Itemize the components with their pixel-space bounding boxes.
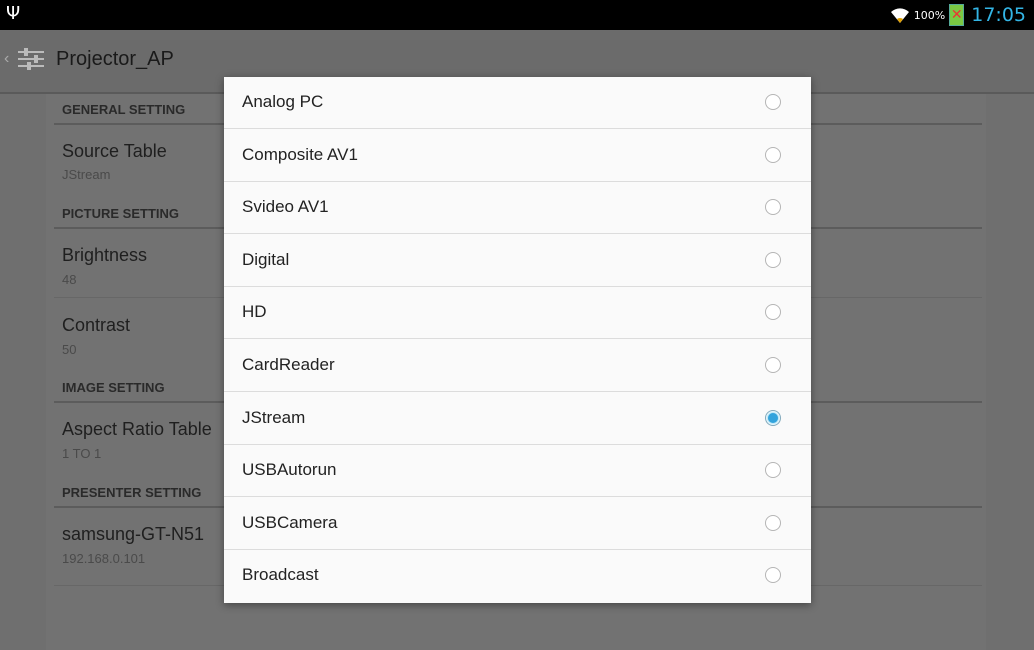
wifi-icon: [890, 8, 909, 23]
status-bar: Ψ 100% ✕ 17:05: [0, 0, 1034, 30]
section-header-picture: PICTURE SETTING: [62, 206, 180, 221]
battery-charging-error-icon: ✕: [949, 4, 965, 26]
presenter-device-title[interactable]: samsung-GT-N51: [62, 524, 204, 545]
radio-unchecked-icon[interactable]: [765, 567, 781, 584]
source-option[interactable]: CardReader: [224, 340, 811, 392]
source-option-label: JStream: [242, 407, 306, 427]
aspect-ratio-title[interactable]: Aspect Ratio Table: [62, 419, 212, 440]
usb-icon: Ψ: [6, 3, 21, 24]
source-select-dialog: Analog PC Composite AV1 Svideo AV1 Digital H…: [224, 77, 811, 603]
source-option[interactable]: JStream: [224, 393, 811, 445]
source-option[interactable]: Broadcast: [224, 550, 811, 602]
contrast-title[interactable]: Contrast: [62, 315, 130, 336]
source-table-value: JStream: [62, 167, 111, 182]
status-icons: 100% ✕ 17:05: [890, 0, 1026, 30]
source-option[interactable]: HD: [224, 287, 811, 340]
presenter-device-value: 192.168.0.101: [62, 551, 146, 566]
section-header-general: GENERAL SETTING: [62, 102, 186, 117]
radio-unchecked-icon[interactable]: [765, 146, 781, 163]
source-option[interactable]: Analog PC: [224, 77, 811, 129]
section-header-presenter: PRESENTER SETTING: [62, 485, 202, 500]
source-option-label: HD: [242, 302, 267, 322]
source-option-label: Analog PC: [242, 92, 324, 111]
source-option-label: USBAutorun: [242, 460, 337, 480]
radio-unchecked-icon[interactable]: [765, 514, 781, 531]
radio-unchecked-icon[interactable]: [765, 251, 781, 268]
battery-percent: 100%: [913, 8, 946, 22]
radio-unchecked-icon[interactable]: [765, 357, 781, 373]
aspect-ratio-value: 1 TO 1: [62, 446, 102, 461]
radio-unchecked-icon[interactable]: [765, 304, 781, 321]
clock: 17:05: [971, 4, 1026, 26]
source-option-label: Broadcast: [242, 565, 319, 585]
sliders-icon[interactable]: [16, 46, 46, 72]
radio-unchecked-icon[interactable]: [765, 199, 781, 216]
source-table-title[interactable]: Source Table: [62, 141, 167, 162]
contrast-value: 50: [62, 342, 77, 357]
source-option[interactable]: USBCamera: [224, 498, 811, 550]
up-caret-icon[interactable]: ‹: [4, 50, 9, 68]
source-option-label: Composite AV1: [242, 144, 358, 164]
source-option[interactable]: Composite AV1: [224, 130, 811, 182]
source-option[interactable]: Svideo AV1: [224, 182, 811, 235]
source-option-label: Digital: [242, 249, 290, 269]
radio-unchecked-icon[interactable]: [765, 94, 781, 110]
radio-unchecked-icon[interactable]: [765, 462, 781, 479]
brightness-title[interactable]: Brightness: [62, 245, 147, 266]
source-option-label: CardReader: [242, 355, 335, 374]
radio-checked-icon[interactable]: [765, 409, 781, 426]
section-header-image: IMAGE SETTING: [62, 380, 165, 395]
page-title: Projector_AP: [56, 48, 174, 70]
source-option[interactable]: USBAutorun: [224, 445, 811, 498]
source-option-label: Svideo AV1: [242, 197, 329, 217]
source-option-label: USBCamera: [242, 512, 338, 532]
source-option[interactable]: Digital: [224, 235, 811, 287]
brightness-value: 48: [62, 272, 77, 287]
